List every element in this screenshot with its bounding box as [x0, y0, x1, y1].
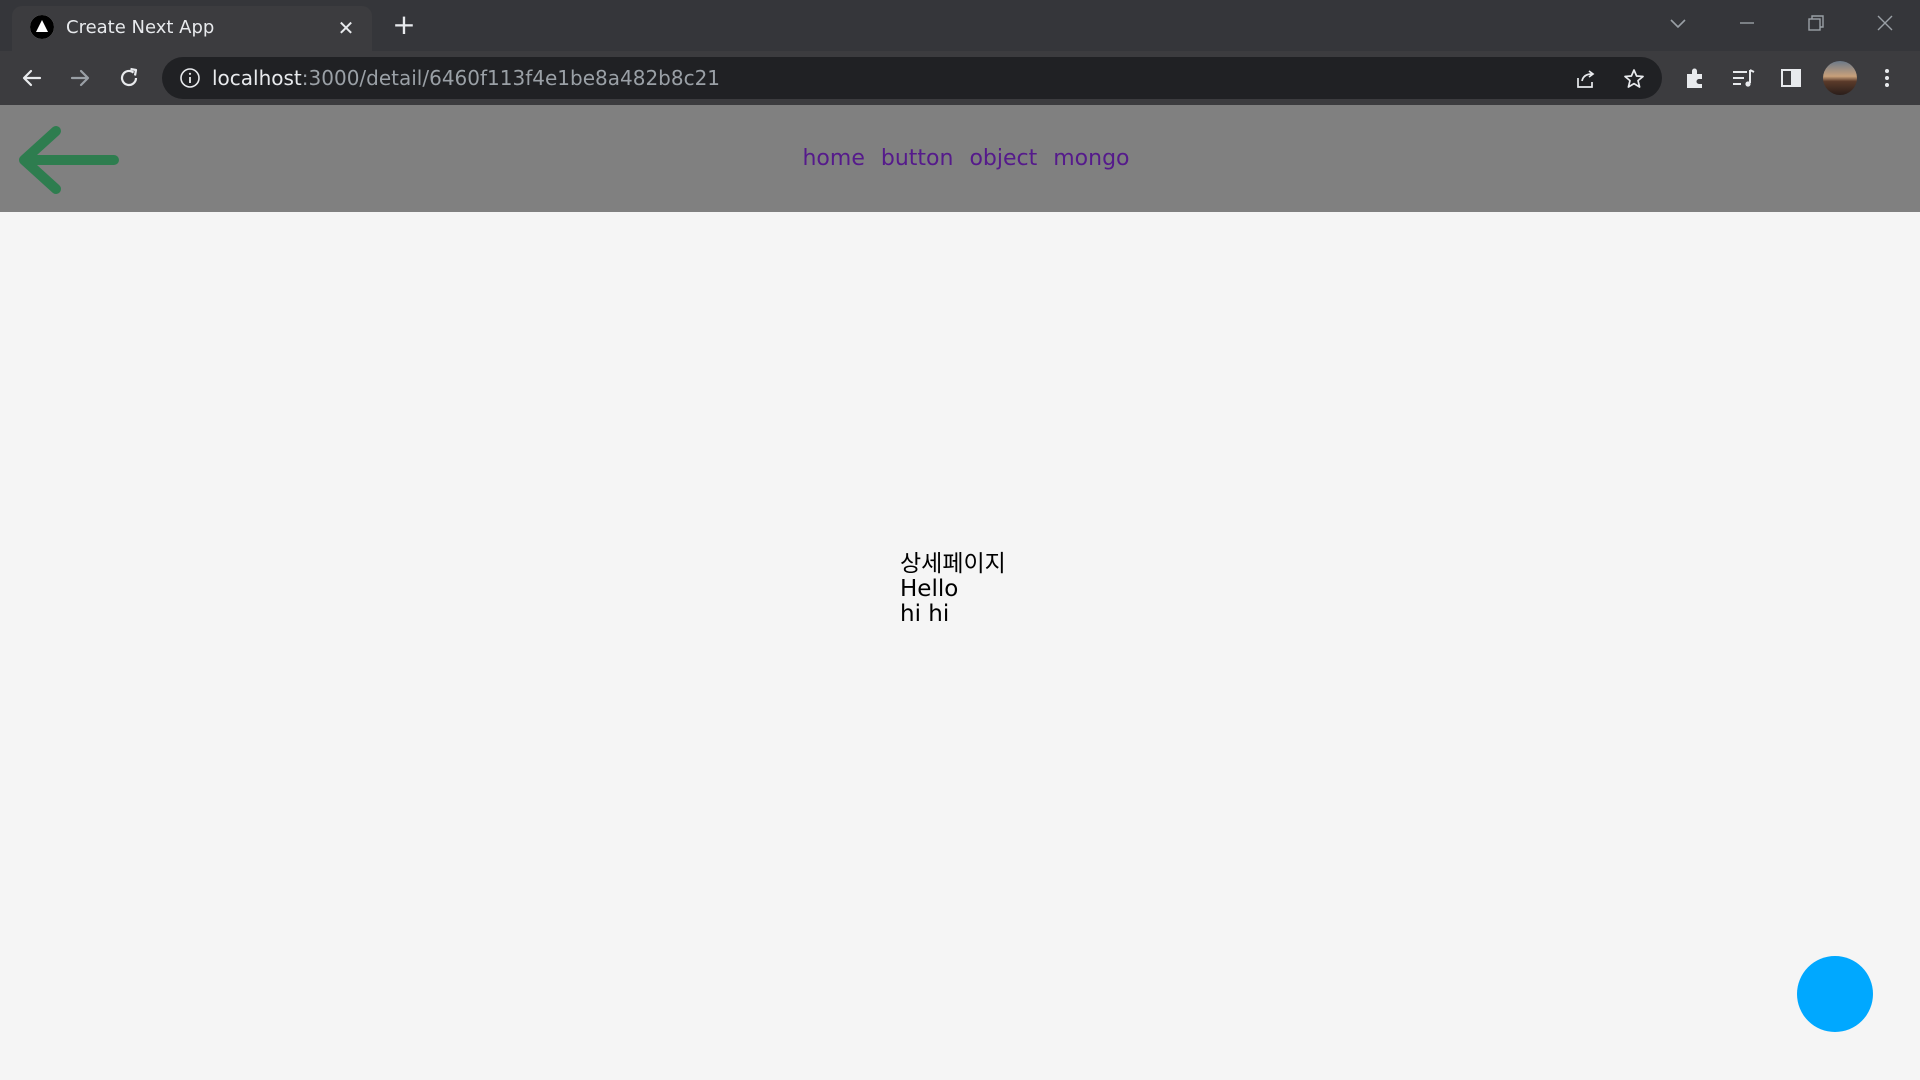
forward-icon[interactable] — [66, 64, 94, 92]
profile-avatar[interactable] — [1823, 61, 1857, 95]
nav-link-mongo[interactable]: mongo — [1053, 146, 1129, 171]
detail-title: Hello — [900, 576, 959, 602]
nav-link-button[interactable]: button — [881, 146, 954, 171]
browser-tab[interactable]: Create Next App ✕ — [12, 6, 372, 51]
restore-button[interactable] — [1796, 8, 1836, 38]
site-info-icon[interactable] — [179, 67, 201, 89]
address-bar[interactable]: localhost:3000/detail/6460f113f4e1be8a48… — [162, 57, 1662, 99]
browser-tabstrip: Create Next App ✕ + — [0, 0, 1920, 51]
reload-icon[interactable] — [115, 64, 143, 92]
detail-body: hi hi — [900, 601, 950, 627]
tab-close-button[interactable]: ✕ — [334, 16, 358, 40]
minimize-button[interactable] — [1727, 8, 1767, 38]
extensions-icon[interactable] — [1682, 65, 1708, 91]
share-icon[interactable] — [1574, 67, 1598, 91]
floating-action-button[interactable] — [1797, 956, 1873, 1032]
close-window-button[interactable] — [1865, 8, 1905, 38]
side-panel-icon[interactable] — [1778, 65, 1804, 91]
nextjs-favicon-icon — [30, 15, 54, 39]
back-icon[interactable] — [18, 64, 46, 92]
detail-heading: 상세페이지 — [900, 551, 1006, 577]
page-viewport: home button object mongo 상세페이지 Hello hi … — [0, 105, 1920, 1080]
bookmark-star-icon[interactable] — [1622, 67, 1646, 91]
url-path: :3000/detail/6460f113f4e1be8a482b8c21 — [301, 66, 721, 90]
browser-toolbar: localhost:3000/detail/6460f113f4e1be8a48… — [0, 51, 1920, 105]
new-tab-button[interactable]: + — [390, 11, 418, 40]
menu-kebab-icon[interactable] — [1874, 65, 1900, 91]
nav-link-object[interactable]: object — [969, 146, 1037, 171]
url-text[interactable]: localhost:3000/detail/6460f113f4e1be8a48… — [212, 57, 720, 99]
tab-search-icon[interactable] — [1658, 8, 1698, 38]
media-control-icon[interactable] — [1730, 65, 1756, 91]
tab-title: Create Next App — [66, 17, 215, 38]
detail-content: 상세페이지 Hello hi hi — [900, 552, 1006, 627]
nav-link-home[interactable]: home — [802, 146, 864, 171]
url-host: localhost — [212, 66, 302, 90]
nav-links: home button object mongo — [0, 105, 1920, 212]
navbar: home button object mongo — [0, 105, 1920, 212]
